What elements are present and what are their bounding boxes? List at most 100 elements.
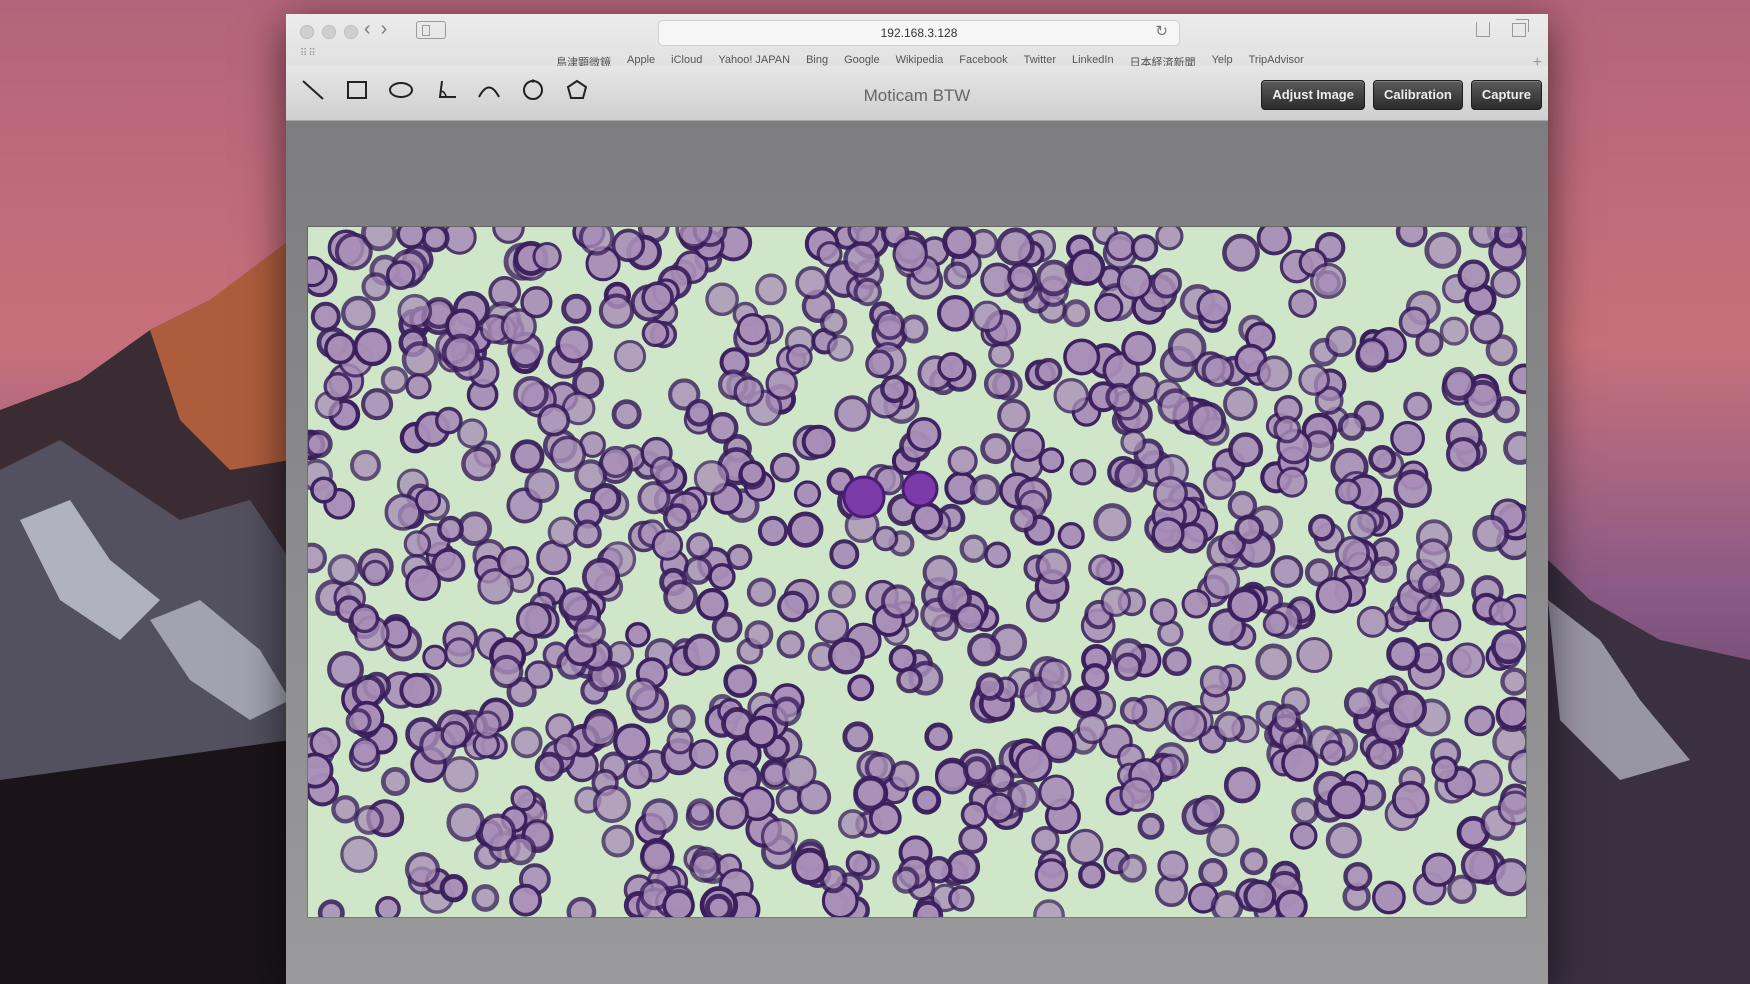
calibration-button[interactable]: Calibration (1372, 80, 1463, 110)
blood-cell (834, 395, 871, 432)
blood-cell (1424, 231, 1462, 269)
blood-cell (641, 281, 674, 314)
blood-cell (1116, 264, 1152, 300)
blood-cell (1120, 429, 1147, 456)
zoom-window-button[interactable] (344, 25, 358, 39)
blood-cell (444, 637, 475, 668)
blood-cell (1497, 790, 1526, 826)
blood-cell (1335, 535, 1371, 571)
blood-cell (1288, 289, 1317, 318)
blood-cell (757, 515, 789, 547)
favorites-grid-icon[interactable]: ⠿⠿ (300, 48, 317, 59)
navigation-buttons: ‹ › (364, 18, 387, 41)
sidebar-toggle-icon[interactable] (416, 21, 446, 39)
blood-cell (1010, 504, 1038, 533)
blood-cell (1223, 766, 1261, 804)
blood-cell (967, 632, 1001, 667)
blood-cell (1390, 420, 1425, 456)
blood-cell (327, 651, 364, 688)
blood-cell (814, 609, 850, 644)
blood-cell (623, 760, 653, 790)
blood-cell (1491, 858, 1526, 897)
blood-cell (1119, 777, 1155, 813)
blood-cell (361, 227, 398, 252)
app-toolbar: Moticam BTW Adjust Image Calibration Cap… (286, 66, 1548, 121)
blood-cell (611, 228, 646, 263)
blood-cell (1113, 652, 1143, 681)
blood-cell (1445, 437, 1481, 472)
blood-cell (910, 502, 944, 535)
back-arrow-icon[interactable]: ‹ (364, 18, 371, 41)
blood-cell (1391, 780, 1430, 819)
blood-cell (489, 654, 524, 689)
blood-cell (958, 824, 988, 854)
blood-cell (675, 227, 713, 248)
blood-cell (1496, 696, 1526, 730)
blood-cell (771, 696, 802, 727)
blood-cell (1157, 753, 1184, 780)
blood-cell (685, 398, 714, 427)
blood-cell (497, 546, 530, 579)
blood-cell (1298, 364, 1331, 396)
blood-cell (1171, 706, 1208, 743)
capture-button[interactable]: Capture (1470, 80, 1542, 110)
blood-cell (1395, 227, 1428, 248)
blood-cell (1035, 548, 1072, 585)
blood-cell (515, 601, 552, 638)
blood-cell (473, 710, 502, 739)
blood-cell (853, 277, 882, 307)
blood-cell (310, 301, 341, 332)
close-window-button[interactable] (300, 25, 314, 39)
blood-cell (1239, 847, 1268, 876)
blood-cell (1335, 478, 1362, 505)
blood-cell (842, 721, 874, 753)
blood-cell (819, 308, 848, 337)
blood-cell (1094, 292, 1124, 322)
reload-icon[interactable]: ↻ (1155, 22, 1168, 40)
microscope-live-image[interactable] (308, 227, 1526, 917)
blood-cell (441, 333, 480, 372)
blood-cell (437, 515, 464, 543)
blood-cell (1203, 562, 1241, 600)
blood-cell (532, 242, 562, 272)
forward-arrow-icon[interactable]: › (381, 18, 388, 41)
viewer-area (286, 121, 1548, 984)
address-bar[interactable]: 192.168.3.128 (658, 20, 1180, 46)
blood-cell (1214, 711, 1246, 743)
blood-cell (1234, 514, 1264, 545)
blood-cell (1370, 556, 1398, 584)
blood-cell (1398, 306, 1431, 338)
blood-cell (1162, 646, 1192, 677)
blood-cell (380, 366, 409, 394)
blood-cell (1068, 249, 1106, 287)
blood-cell (626, 677, 659, 711)
blood-cell (1347, 510, 1377, 541)
adjust-image-button[interactable]: Adjust Image (1261, 80, 1365, 110)
minimize-window-button[interactable] (322, 25, 336, 39)
blood-cell (827, 580, 856, 609)
blood-cell (1490, 268, 1521, 299)
blood-cell (1011, 428, 1045, 462)
blood-cell (534, 751, 565, 782)
blood-cell (601, 824, 635, 858)
show-tabs-icon[interactable] (1512, 19, 1529, 37)
blood-cell (1291, 797, 1320, 826)
blood-cell (442, 756, 479, 793)
stained-cell (842, 475, 886, 519)
blood-cell (1223, 386, 1258, 421)
blood-cell (1201, 354, 1235, 388)
blood-cell (651, 529, 684, 561)
blood-cell (1508, 749, 1526, 785)
blood-cell (1270, 555, 1304, 588)
blood-cell (765, 367, 798, 400)
blood-cell (723, 664, 757, 698)
blood-cell (795, 266, 829, 300)
blood-cell (399, 672, 435, 708)
blood-cell (667, 704, 696, 734)
blood-cell (715, 796, 749, 830)
blood-cell (384, 493, 422, 531)
blood-cell (744, 715, 778, 749)
blood-cell (942, 227, 977, 259)
share-icon[interactable] (1476, 22, 1490, 37)
blood-cell (331, 795, 360, 824)
